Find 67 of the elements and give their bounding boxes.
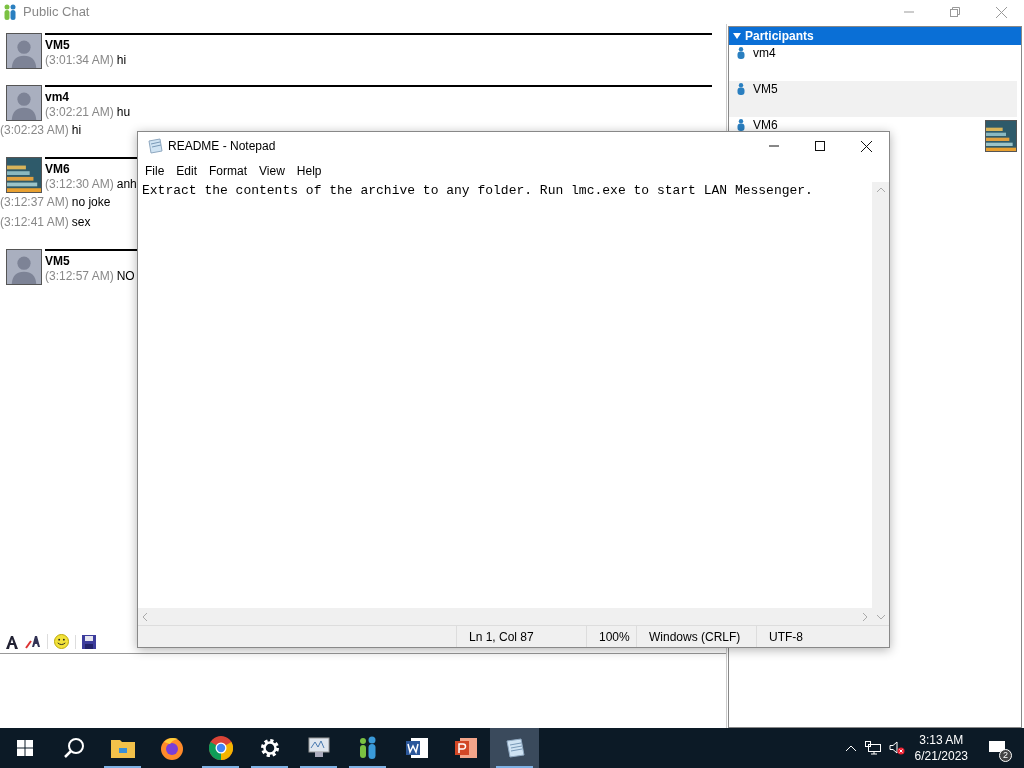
monitor-icon xyxy=(306,737,331,759)
notepad-icon xyxy=(503,737,526,759)
status-text: UTF-8 xyxy=(756,626,856,647)
menu-item[interactable]: File xyxy=(140,162,170,180)
message-text: anh xyxy=(116,177,137,192)
window-title: README - Notepad xyxy=(168,138,276,155)
text-area[interactable]: Extract the contents of the archive to any folder. Run lmc.exe to start LAN Messenger. xyxy=(138,182,872,608)
timestamp: (3:12:37 AM) xyxy=(0,195,69,210)
notification-badge: 2 xyxy=(999,749,1012,762)
participant-item[interactable]: vm4 xyxy=(729,45,780,59)
message-text: sex xyxy=(71,215,91,230)
status-text: Windows (CRLF) xyxy=(636,626,756,647)
muted-speaker-icon[interactable] xyxy=(888,741,905,755)
person-icon xyxy=(737,119,745,131)
chrome-icon xyxy=(208,736,233,760)
close-icon xyxy=(995,6,1007,18)
message-text: no joke xyxy=(71,195,111,210)
timestamp: (3:12:41 AM) xyxy=(0,215,69,230)
timestamp: (3:12:30 AM) xyxy=(45,177,114,192)
status-text: 100% xyxy=(586,626,636,647)
restore-icon xyxy=(950,7,960,17)
settings-icon xyxy=(258,737,281,759)
sender-name: VM5 xyxy=(45,254,70,269)
search-icon xyxy=(62,737,85,759)
window-title: Public Chat xyxy=(23,3,90,22)
timestamp: (3:02:21 AM) xyxy=(45,105,114,120)
message-icon xyxy=(989,741,1005,755)
clock-date[interactable]: 6/21/2023 xyxy=(914,748,968,764)
message-text: hi xyxy=(71,123,82,138)
menu-item[interactable]: Format xyxy=(204,162,253,180)
clock-time[interactable]: 3:13 AM xyxy=(919,732,964,748)
message-text: hu xyxy=(116,105,131,120)
message-text: hi xyxy=(116,53,127,68)
timestamp: (3:01:34 AM) xyxy=(45,53,114,68)
folder-icon xyxy=(110,738,135,758)
close-icon xyxy=(860,140,872,152)
chevron-up-icon[interactable] xyxy=(844,744,857,752)
sender-name: VM6 xyxy=(45,162,70,177)
timestamp: (3:02:23 AM) xyxy=(0,123,69,138)
save-icon[interactable] xyxy=(82,634,96,649)
person-icon xyxy=(737,47,745,59)
taskbar-button[interactable] xyxy=(490,728,539,768)
message-text: NO xyxy=(116,269,135,284)
sender-name: VM5 xyxy=(45,38,70,53)
presentation-icon xyxy=(453,736,478,760)
windows-start-icon xyxy=(16,740,33,756)
font-color-icon[interactable] xyxy=(25,634,41,649)
timestamp: (3:12:57 AM) xyxy=(45,269,114,284)
collapse-icon xyxy=(733,33,741,39)
people-icon xyxy=(3,4,17,20)
notepad-icon xyxy=(147,138,163,154)
font-icon[interactable] xyxy=(5,634,19,649)
participant-item[interactable]: VM5 xyxy=(729,81,1017,117)
network-icon[interactable] xyxy=(864,741,881,755)
status-text: Ln 1, Col 87 xyxy=(456,626,586,647)
smiley-icon[interactable] xyxy=(54,634,69,649)
firefox-icon xyxy=(159,736,184,760)
notifications-button[interactable]: 2 xyxy=(982,733,1012,763)
menu-item[interactable]: View xyxy=(254,162,290,180)
menu-item[interactable]: Edit xyxy=(171,162,203,180)
participant-item[interactable]: VM6 xyxy=(729,117,782,131)
menu-item[interactable]: Help xyxy=(291,162,327,180)
participants-header[interactable]: Participants xyxy=(729,27,1021,45)
maximize-icon xyxy=(815,141,825,151)
sender-name: vm4 xyxy=(45,90,70,105)
document-icon xyxy=(404,736,429,760)
person-icon xyxy=(737,83,745,95)
